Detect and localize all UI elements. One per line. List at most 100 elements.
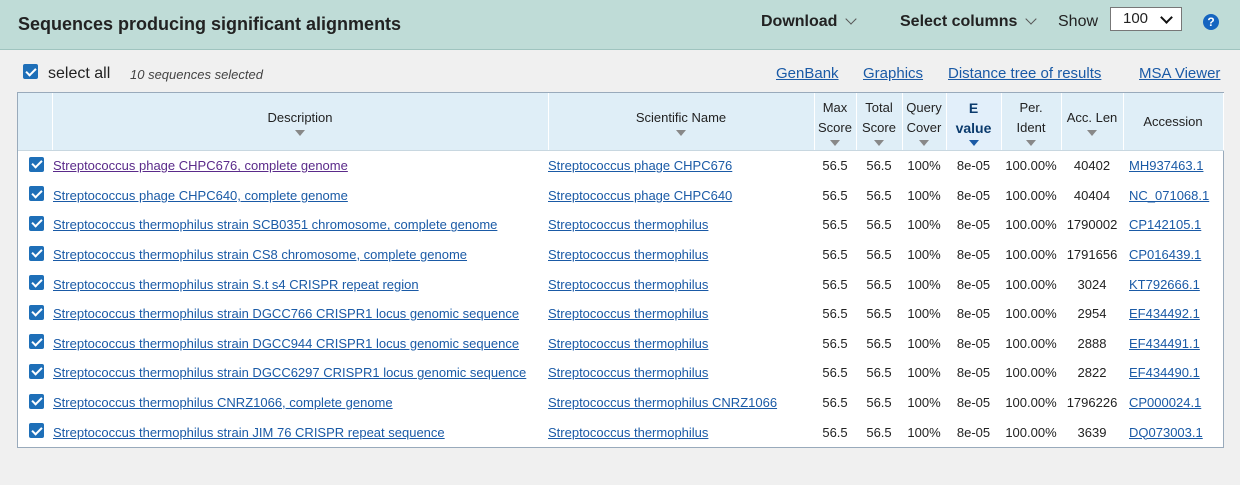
row-checkbox[interactable] bbox=[28, 393, 44, 409]
row-checkbox[interactable] bbox=[28, 304, 44, 320]
col-total-score[interactable]: Total Score bbox=[856, 93, 903, 151]
acc-len-cell: 3024 bbox=[1077, 276, 1107, 292]
scientific-name-link[interactable]: Streptococcus thermophilus bbox=[548, 336, 708, 351]
row-checkbox[interactable] bbox=[28, 186, 44, 202]
row-checkbox[interactable] bbox=[28, 275, 44, 291]
max-score-cell: 56.5 bbox=[822, 335, 848, 351]
scientific-name-link[interactable]: Streptococcus thermophilus bbox=[548, 306, 708, 321]
col-scientific-name[interactable]: Scientific Name bbox=[548, 93, 815, 151]
accession-link[interactable]: NC_071068.1 bbox=[1129, 188, 1209, 203]
description-link[interactable]: Streptococcus thermophilus strain CS8 ch… bbox=[53, 247, 467, 262]
description-link[interactable]: Streptococcus thermophilus CNRZ1066, com… bbox=[53, 395, 393, 410]
results-header: Sequences producing significant alignmen… bbox=[0, 0, 1240, 50]
total-score-cell: 56.5 bbox=[866, 424, 892, 440]
description-link[interactable]: Streptococcus thermophilus strain DGCC94… bbox=[53, 336, 519, 351]
col-per-ident[interactable]: Per. Ident bbox=[1001, 93, 1062, 151]
query-cover-cell: 100% bbox=[907, 306, 941, 322]
accession-link[interactable]: CP016439.1 bbox=[1129, 247, 1201, 262]
row-checkbox[interactable] bbox=[28, 363, 44, 379]
description-link[interactable]: Streptococcus thermophilus strain DGCC76… bbox=[53, 306, 519, 321]
table-header-row: Description Scientific Name Max Score Tot… bbox=[18, 93, 1224, 151]
show-count-select[interactable]: 100 bbox=[1110, 7, 1182, 31]
select-all-checkbox[interactable] bbox=[23, 64, 38, 79]
per-ident-cell: 100.00% bbox=[1005, 365, 1057, 381]
acc-len-cell: 3639 bbox=[1077, 424, 1107, 440]
select-all-label[interactable]: select all bbox=[48, 65, 110, 83]
accession-link[interactable]: CP142105.1 bbox=[1129, 217, 1201, 232]
scientific-name-link[interactable]: Streptococcus thermophilus bbox=[548, 425, 708, 440]
scientific-name-link[interactable]: Streptococcus thermophilus bbox=[548, 365, 708, 380]
header-checkbox-col bbox=[18, 93, 53, 151]
sort-arrow-icon bbox=[1026, 139, 1036, 146]
e-value-cell: 8e-05 bbox=[956, 395, 991, 411]
distance-tree-link[interactable]: Distance tree of results bbox=[948, 65, 1101, 82]
row-checkbox[interactable] bbox=[28, 245, 44, 261]
total-score-cell: 56.5 bbox=[866, 247, 892, 263]
e-value-cell: 8e-05 bbox=[956, 187, 991, 203]
e-value-cell: 8e-05 bbox=[956, 217, 991, 233]
query-cover-cell: 100% bbox=[907, 276, 941, 292]
scientific-name-link[interactable]: Streptococcus thermophilus bbox=[548, 277, 708, 292]
per-ident-cell: 100.00% bbox=[1005, 276, 1057, 292]
row-checkbox[interactable] bbox=[28, 334, 44, 350]
accession-link[interactable]: EF434492.1 bbox=[1129, 306, 1200, 321]
e-value-cell: 8e-05 bbox=[956, 306, 991, 322]
scientific-name-link[interactable]: Streptococcus thermophilus bbox=[548, 217, 708, 232]
chevron-down-icon bbox=[845, 13, 858, 25]
query-cover-cell: 100% bbox=[907, 187, 941, 203]
scientific-name-link[interactable]: Streptococcus thermophilus CNRZ1066 bbox=[548, 395, 777, 410]
col-description[interactable]: Description bbox=[52, 93, 549, 151]
help-icon[interactable]: ? bbox=[1203, 14, 1219, 30]
max-score-cell: 56.5 bbox=[822, 217, 848, 233]
max-score-cell: 56.5 bbox=[822, 395, 848, 411]
sort-arrow-icon bbox=[1087, 129, 1097, 136]
description-link[interactable]: Streptococcus thermophilus strain SCB035… bbox=[53, 217, 497, 232]
table-row: Streptococcus thermophilus strain CS8 ch… bbox=[18, 240, 1223, 270]
description-link[interactable]: Streptococcus phage CHPC640, complete ge… bbox=[53, 188, 348, 203]
query-cover-cell: 100% bbox=[907, 365, 941, 381]
description-link[interactable]: Streptococcus thermophilus strain JIM 76… bbox=[53, 425, 445, 440]
description-link[interactable]: Streptococcus thermophilus strain S.t s4… bbox=[53, 277, 419, 292]
query-cover-cell: 100% bbox=[907, 424, 941, 440]
per-ident-cell: 100.00% bbox=[1005, 424, 1057, 440]
row-checkbox[interactable] bbox=[28, 215, 44, 231]
description-link[interactable]: Streptococcus thermophilus strain DGCC62… bbox=[53, 365, 526, 380]
graphics-link[interactable]: Graphics bbox=[863, 65, 923, 82]
accession-link[interactable]: KT792666.1 bbox=[1129, 277, 1200, 292]
accession-link[interactable]: EF434491.1 bbox=[1129, 336, 1200, 351]
table-row: Streptococcus thermophilus strain JIM 76… bbox=[18, 417, 1223, 447]
accession-link[interactable]: DQ073003.1 bbox=[1129, 425, 1203, 440]
acc-len-cell: 2954 bbox=[1077, 306, 1107, 322]
genbank-link[interactable]: GenBank bbox=[776, 65, 839, 82]
download-menu[interactable]: Download bbox=[761, 13, 858, 31]
description-link[interactable]: Streptococcus phage CHPC676, complete ge… bbox=[53, 158, 348, 173]
scientific-name-link[interactable]: Streptococcus phage CHPC640 bbox=[548, 188, 732, 203]
scientific-name-link[interactable]: Streptococcus thermophilus bbox=[548, 247, 708, 262]
total-score-cell: 56.5 bbox=[866, 306, 892, 322]
per-ident-cell: 100.00% bbox=[1005, 335, 1057, 351]
total-score-cell: 56.5 bbox=[866, 395, 892, 411]
query-cover-cell: 100% bbox=[907, 247, 941, 263]
scientific-name-link[interactable]: Streptococcus phage CHPC676 bbox=[548, 158, 732, 173]
chevron-down-icon bbox=[1160, 11, 1173, 24]
col-acc-len[interactable]: Acc. Len bbox=[1061, 93, 1124, 151]
select-columns-menu[interactable]: Select columns bbox=[900, 13, 1038, 31]
table-row: Streptococcus phage CHPC640, complete ge… bbox=[18, 181, 1223, 211]
sort-arrow-icon bbox=[295, 129, 305, 136]
acc-len-cell: 1790002 bbox=[1066, 217, 1118, 233]
accession-link[interactable]: MH937463.1 bbox=[1129, 158, 1203, 173]
alignments-table: Description Scientific Name Max Score Tot… bbox=[17, 92, 1224, 448]
accession-link[interactable]: CP000024.1 bbox=[1129, 395, 1201, 410]
e-value-cell: 8e-05 bbox=[956, 247, 991, 263]
table-row: Streptococcus thermophilus strain DGCC76… bbox=[18, 299, 1223, 329]
col-query-cover[interactable]: Query Cover bbox=[902, 93, 947, 151]
col-e-value[interactable]: Evalue bbox=[946, 93, 1002, 151]
acc-len-cell: 2822 bbox=[1077, 365, 1107, 381]
col-accession[interactable]: Accession bbox=[1123, 93, 1224, 151]
e-value-cell: 8e-05 bbox=[956, 276, 991, 292]
col-max-score[interactable]: Max Score bbox=[814, 93, 857, 151]
msa-viewer-link[interactable]: MSA Viewer bbox=[1139, 65, 1220, 82]
row-checkbox[interactable] bbox=[28, 423, 44, 439]
row-checkbox[interactable] bbox=[28, 156, 44, 172]
accession-link[interactable]: EF434490.1 bbox=[1129, 365, 1200, 380]
